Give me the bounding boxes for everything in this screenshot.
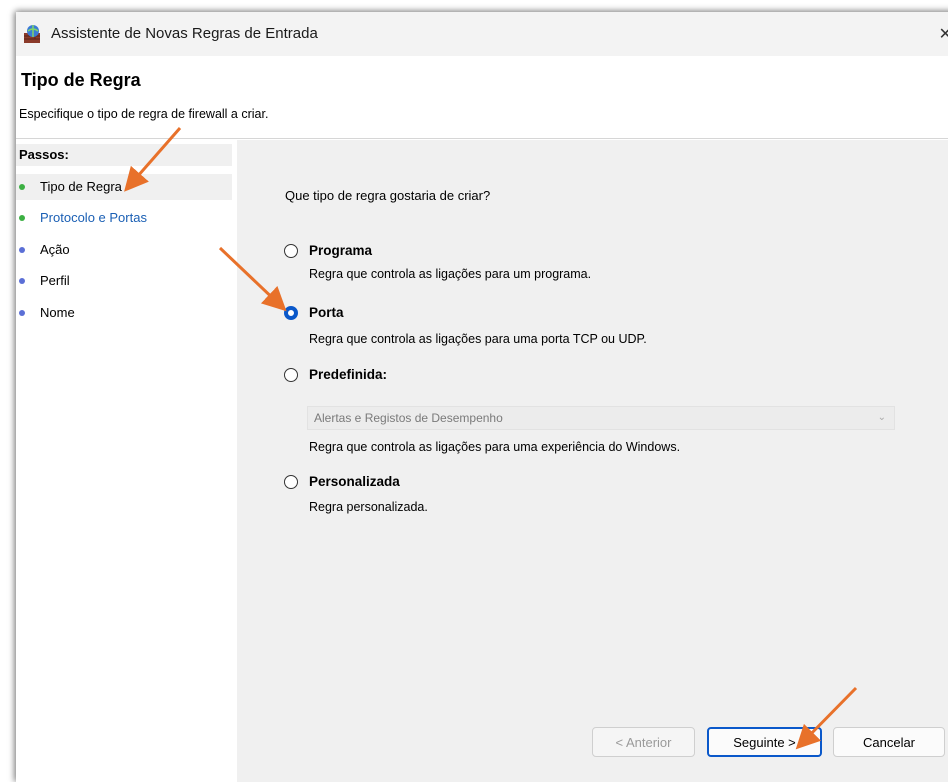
option-porta-label[interactable]: Porta: [309, 305, 344, 320]
option-porta-description: Regra que controla as ligações para uma …: [309, 332, 647, 346]
wizard-window: Assistente de Novas Regras de Entrada ✕ …: [16, 12, 948, 782]
step-status-dot: [19, 247, 25, 253]
step-label: Protocolo e Portas: [40, 210, 147, 225]
option-programa-label[interactable]: Programa: [309, 243, 372, 258]
step-item-acao: Ação: [16, 237, 232, 263]
predefined-rule-select-value: Alertas e Registos de Desempenho: [314, 411, 503, 425]
title-bar: Assistente de Novas Regras de Entrada ✕: [16, 12, 948, 56]
window-title: Assistente de Novas Regras de Entrada: [51, 25, 318, 42]
page-title: Tipo de Regra: [21, 70, 141, 90]
option-personalizada-description: Regra personalizada.: [309, 500, 428, 514]
next-button[interactable]: Seguinte >: [707, 727, 822, 757]
chevron-down-icon: ⌄: [877, 412, 886, 423]
step-item-tipo-de-regra[interactable]: Tipo de Regra: [16, 174, 232, 200]
step-label: Tipo de Regra: [40, 179, 122, 194]
content-panel: Que tipo de regra gostaria de criar? Pro…: [237, 140, 948, 782]
option-predefinida-description: Regra que controla as ligações para uma …: [309, 440, 681, 454]
rule-type-question: Que tipo de regra gostaria de criar?: [285, 188, 491, 203]
steps-heading: Passos:: [16, 144, 232, 166]
step-label: Nome: [40, 305, 75, 320]
header-divider: [16, 138, 948, 139]
step-item-perfil: Perfil: [16, 268, 232, 294]
radio-porta[interactable]: [284, 306, 298, 320]
step-status-dot: [19, 310, 25, 316]
step-label: Perfil: [40, 273, 70, 288]
predefined-rule-select: Alertas e Registos de Desempenho ⌄: [307, 406, 895, 430]
radio-predefinida[interactable]: [284, 368, 298, 382]
radio-personalizada[interactable]: [284, 475, 298, 489]
option-predefinida-label[interactable]: Predefinida:: [309, 367, 387, 382]
step-status-dot: [19, 184, 25, 190]
firewall-icon: [24, 25, 40, 43]
option-programa-description: Regra que controla as ligações para um p…: [309, 267, 592, 281]
radio-programa[interactable]: [284, 244, 298, 258]
steps-panel: Passos: Tipo de Regra Protocolo e Portas…: [16, 140, 232, 782]
close-icon[interactable]: ✕: [939, 24, 948, 44]
cancel-button[interactable]: Cancelar: [833, 727, 945, 757]
step-label: Ação: [40, 242, 70, 257]
back-button[interactable]: < Anterior: [592, 727, 695, 757]
step-status-dot: [19, 278, 25, 284]
step-item-nome: Nome: [16, 300, 232, 326]
option-personalizada-label[interactable]: Personalizada: [309, 474, 400, 489]
step-status-dot: [19, 215, 25, 221]
page-subtitle: Especifique o tipo de regra de firewall …: [19, 107, 269, 121]
step-item-protocolo-e-portas[interactable]: Protocolo e Portas: [16, 205, 232, 231]
